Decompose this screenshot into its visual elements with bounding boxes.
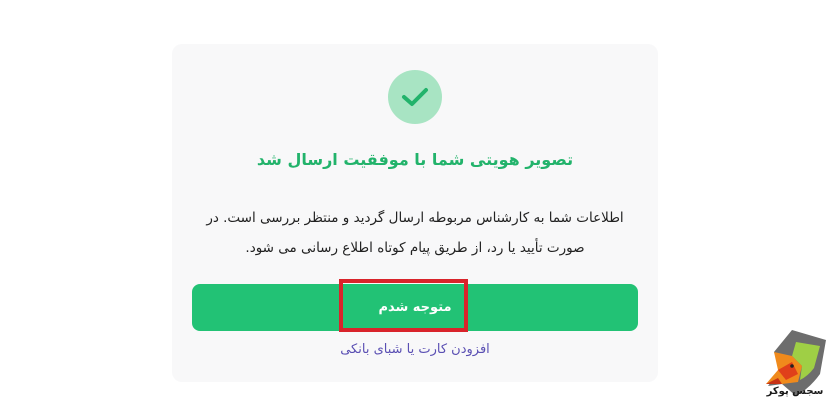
add-bank-card-link[interactable]: افزودن کارت یا شبای بانکی <box>172 342 658 357</box>
page: تصویر هویتی شما با موفقیت ارسال شد اطلاع… <box>0 0 835 403</box>
success-badge <box>388 70 442 124</box>
message-line-2: صورت تأیید یا رد، از طریق پیام کوتاه اطل… <box>245 240 585 256</box>
message-line-1: اطلاعات شما به کارشناس مربوطه ارسال گردی… <box>206 210 624 226</box>
check-icon <box>402 88 428 106</box>
confirm-button[interactable]: متوجه شدم <box>192 284 638 331</box>
success-title: تصویر هویتی شما با موفقیت ارسال شد <box>256 150 574 169</box>
success-message: اطلاعات شما به کارشناس مربوطه ارسال گردی… <box>200 203 630 263</box>
watermark-text: سجس پوکر <box>766 386 824 397</box>
